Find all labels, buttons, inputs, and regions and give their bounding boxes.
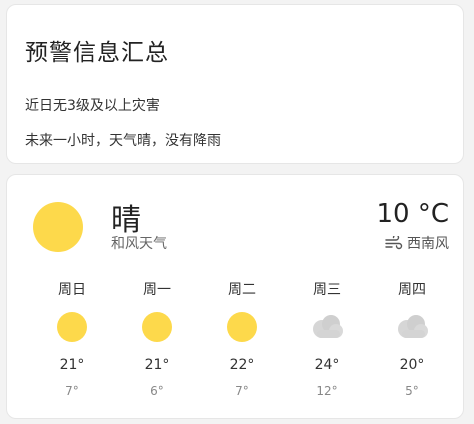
forecast-day-label: 周三 <box>313 282 341 298</box>
forecast-low: 7° <box>235 384 249 398</box>
alert-summary-card: 预警信息汇总 近日无3级及以上灾害 未来一小时，天气晴，没有降雨 <box>6 4 464 164</box>
current-temperature: 10 °C <box>376 199 449 229</box>
forecast-high: 21° <box>144 357 170 373</box>
alert-title: 预警信息汇总 <box>25 40 169 66</box>
forecast-high: 20° <box>399 357 425 373</box>
sun-icon <box>142 312 172 342</box>
forecast-day: 周四 20° 5° <box>382 279 442 398</box>
cloud-icon <box>309 312 345 342</box>
forecast-day-label: 周四 <box>398 282 426 298</box>
forecast-high: 22° <box>229 357 255 373</box>
sun-icon <box>33 202 83 252</box>
forecast-day-label: 周二 <box>228 282 256 298</box>
alert-hourly-forecast: 未来一小时，天气晴，没有降雨 <box>25 133 221 149</box>
wind-direction: 西南风 <box>407 236 449 252</box>
weather-card: 晴 和风天气 10 °C 西南风 周日 21° 7° 周一 21° 6° 周二 <box>6 174 464 419</box>
forecast-day: 周二 22° 7° <box>212 279 272 398</box>
wind-icon <box>385 236 403 250</box>
forecast-low: 7° <box>65 384 79 398</box>
forecast-day-label: 周一 <box>143 282 171 298</box>
alert-disaster-status: 近日无3级及以上灾害 <box>25 98 160 114</box>
forecast-day: 周日 21° 7° <box>42 279 102 398</box>
wind-info: 西南风 <box>385 233 449 253</box>
forecast-day-label: 周日 <box>58 282 86 298</box>
forecast-day: 周三 24° 12° <box>297 279 357 398</box>
cloud-icon <box>394 312 430 342</box>
forecast-low: 6° <box>150 384 164 398</box>
forecast-high: 21° <box>59 357 85 373</box>
sun-icon <box>57 312 87 342</box>
forecast-low: 12° <box>316 384 338 398</box>
forecast-day: 周一 21° 6° <box>127 279 187 398</box>
weather-provider: 和风天气 <box>111 236 167 252</box>
sun-icon <box>227 312 257 342</box>
forecast-high: 24° <box>314 357 340 373</box>
forecast-low: 5° <box>405 384 419 398</box>
five-day-forecast: 周日 21° 7° 周一 21° 6° 周二 22° 7° 周三 24° 12°… <box>23 279 448 409</box>
